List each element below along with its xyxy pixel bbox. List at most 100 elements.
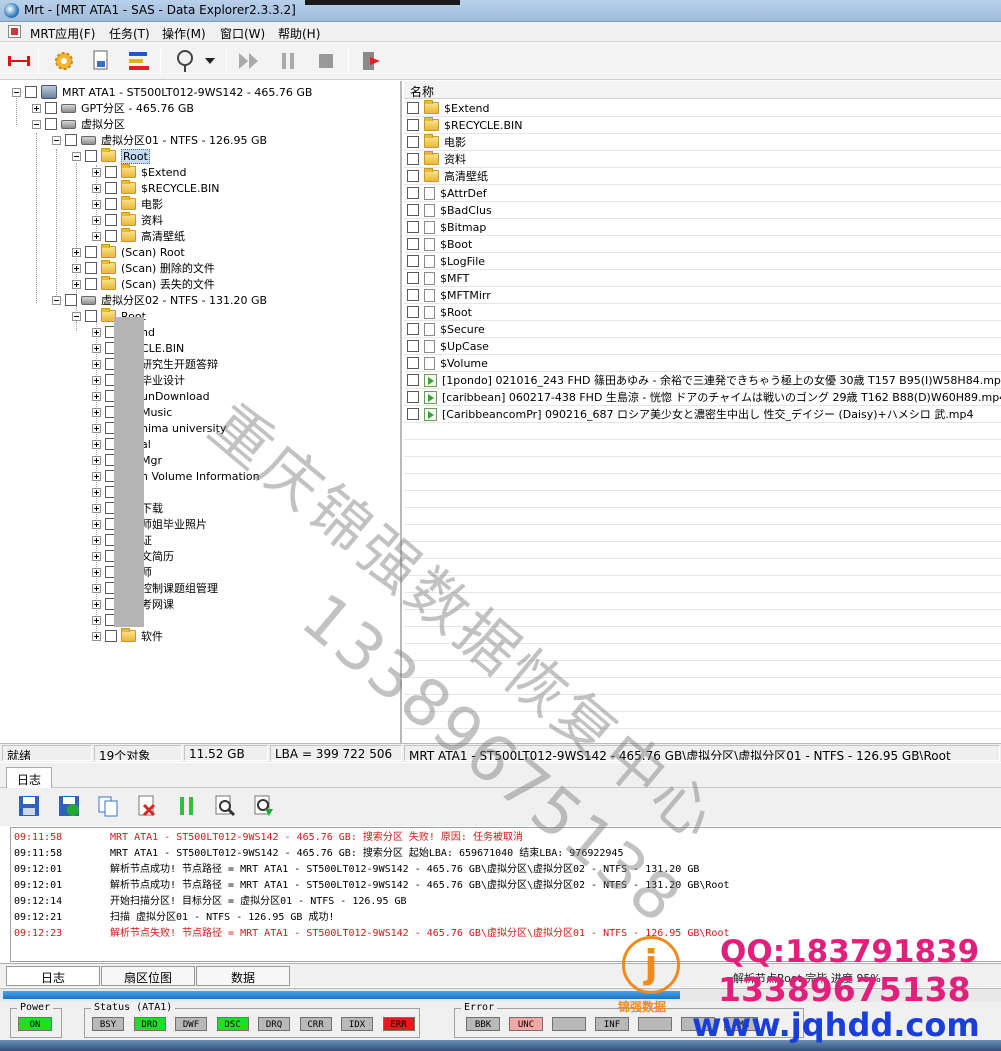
expand-icon[interactable] xyxy=(92,167,101,177)
tree-item-disk[interactable]: MRT ATA1 - ST500LT012-9WS142 - 465.76 GB xyxy=(12,84,312,100)
expand-icon[interactable] xyxy=(92,503,101,513)
expand-icon[interactable] xyxy=(92,487,101,497)
wand-icon[interactable] xyxy=(172,48,198,74)
menu-operation[interactable]: 操作(M) xyxy=(162,25,206,42)
list-item[interactable]: $UpCase xyxy=(404,338,1001,355)
checkbox[interactable] xyxy=(407,357,419,369)
search-icon[interactable] xyxy=(214,795,236,817)
expand-icon[interactable] xyxy=(92,439,101,449)
expand-icon[interactable] xyxy=(92,183,101,193)
expand-icon[interactable] xyxy=(92,583,101,593)
pause-green-icon[interactable] xyxy=(176,795,198,817)
checkbox[interactable] xyxy=(105,166,117,178)
list-item[interactable]: $MFTMirr xyxy=(404,287,1001,304)
menu-app-icon[interactable] xyxy=(8,25,21,38)
checkbox[interactable] xyxy=(65,134,77,146)
export-icon[interactable] xyxy=(253,795,275,817)
tree-item[interactable]: $RECYCLE.BIN xyxy=(92,180,219,196)
tree-item[interactable]: 高清壁纸 xyxy=(92,228,185,244)
expand-icon[interactable] xyxy=(92,391,101,401)
checkbox[interactable] xyxy=(85,310,97,322)
list-item[interactable]: $BadClus xyxy=(404,202,1001,219)
copy-icon[interactable] xyxy=(97,795,119,817)
checkbox[interactable] xyxy=(105,630,117,642)
list-item[interactable]: $Root xyxy=(404,304,1001,321)
color-bars-icon[interactable] xyxy=(126,48,152,74)
menu-window[interactable]: 窗口(W) xyxy=(220,25,265,42)
expand-icon[interactable] xyxy=(92,631,101,641)
expand-icon[interactable] xyxy=(72,247,81,257)
expand-icon[interactable] xyxy=(92,423,101,433)
tree-item-vp2[interactable]: 虚拟分区02 - NTFS - 131.20 GB xyxy=(52,292,267,308)
tree-item-vp1[interactable]: 虚拟分区01 - NTFS - 126.95 GB xyxy=(52,132,267,148)
expand-icon[interactable] xyxy=(32,103,41,113)
expand-icon[interactable] xyxy=(92,215,101,225)
list-item[interactable]: [caribbean] 060217-438 FHD 生島涼 - 恍惚 ドアのチ… xyxy=(404,389,1001,406)
checkbox[interactable] xyxy=(105,230,117,242)
checkbox[interactable] xyxy=(45,102,57,114)
menu-mrt-app[interactable]: MRT应用(F) xyxy=(30,25,95,42)
tree-item-virtual[interactable]: 虚拟分区 xyxy=(32,116,125,132)
exit-icon[interactable] xyxy=(358,48,384,74)
expand-icon[interactable] xyxy=(92,327,101,337)
tree-item[interactable]: 控制课题组管理 xyxy=(92,580,218,596)
tab-log-bottom[interactable]: 日志 xyxy=(6,966,100,986)
list-item[interactable]: [CaribbeancomPr] 090216_687 ロシア美少女と濃密生中出… xyxy=(404,406,1001,423)
tree-item[interactable]: $Extend xyxy=(92,164,187,180)
collapse-icon[interactable] xyxy=(12,87,21,97)
tab-sector-bitmap[interactable]: 扇区位图 xyxy=(101,966,195,986)
list-item[interactable]: [1pondo] 021016_243 FHD 篠田あゆみ - 余裕で三連発でき… xyxy=(404,372,1001,389)
tree-item-scan[interactable]: (Scan) Root xyxy=(72,244,185,260)
collapse-icon[interactable] xyxy=(32,119,41,129)
collapse-icon[interactable] xyxy=(52,135,61,145)
checkbox[interactable] xyxy=(105,198,117,210)
list-item[interactable]: $Volume xyxy=(404,355,1001,372)
checkbox[interactable] xyxy=(407,238,419,250)
checkbox[interactable] xyxy=(407,136,419,148)
checkbox[interactable] xyxy=(45,118,57,130)
expand-icon[interactable] xyxy=(92,407,101,417)
tree-item-gpt[interactable]: GPT分区 - 465.76 GB xyxy=(32,100,194,116)
expand-icon[interactable] xyxy=(92,599,101,609)
expand-icon[interactable] xyxy=(92,359,101,369)
list-item[interactable]: $RECYCLE.BIN xyxy=(404,117,1001,134)
tree-item-scan[interactable]: (Scan) 丢失的文件 xyxy=(72,276,215,292)
checkbox[interactable] xyxy=(407,391,419,403)
checkbox[interactable] xyxy=(25,86,37,98)
list-item[interactable]: $Secure xyxy=(404,321,1001,338)
list-item[interactable]: $Bitmap xyxy=(404,219,1001,236)
pause-icon[interactable] xyxy=(275,48,301,74)
save-green-icon[interactable] xyxy=(58,795,80,817)
delete-icon[interactable] xyxy=(136,795,158,817)
tree-item-vp1-root[interactable]: Root xyxy=(72,148,150,164)
stop-icon[interactable] xyxy=(313,48,339,74)
tree-item[interactable]: unDownload xyxy=(92,388,210,404)
checkbox[interactable] xyxy=(85,278,97,290)
checkbox[interactable] xyxy=(407,272,419,284)
checkbox[interactable] xyxy=(407,170,419,182)
expand-icon[interactable] xyxy=(92,519,101,529)
expand-icon[interactable] xyxy=(92,535,101,545)
list-item[interactable]: 资料 xyxy=(404,151,1001,168)
expand-icon[interactable] xyxy=(92,455,101,465)
checkbox[interactable] xyxy=(407,340,419,352)
tree-item[interactable]: 资料 xyxy=(92,212,163,228)
tree-item[interactable]: 师姐毕业照片 xyxy=(92,516,207,532)
collapse-icon[interactable] xyxy=(72,151,81,161)
tree-item-scan[interactable]: (Scan) 删除的文件 xyxy=(72,260,215,276)
save-icon[interactable] xyxy=(18,795,40,817)
checkbox[interactable] xyxy=(407,102,419,114)
expand-icon[interactable] xyxy=(72,263,81,273)
document-icon[interactable] xyxy=(88,48,114,74)
expand-icon[interactable] xyxy=(92,375,101,385)
checkbox[interactable] xyxy=(407,306,419,318)
expand-icon[interactable] xyxy=(92,343,101,353)
checkbox[interactable] xyxy=(105,182,117,194)
list-item[interactable]: $MFT xyxy=(404,270,1001,287)
list-item[interactable]: 电影 xyxy=(404,134,1001,151)
list-item[interactable]: $Boot xyxy=(404,236,1001,253)
expand-icon[interactable] xyxy=(92,615,101,625)
list-item[interactable]: 高清壁纸 xyxy=(404,168,1001,185)
column-name[interactable]: 名称 xyxy=(410,83,434,100)
checkbox[interactable] xyxy=(407,119,419,131)
